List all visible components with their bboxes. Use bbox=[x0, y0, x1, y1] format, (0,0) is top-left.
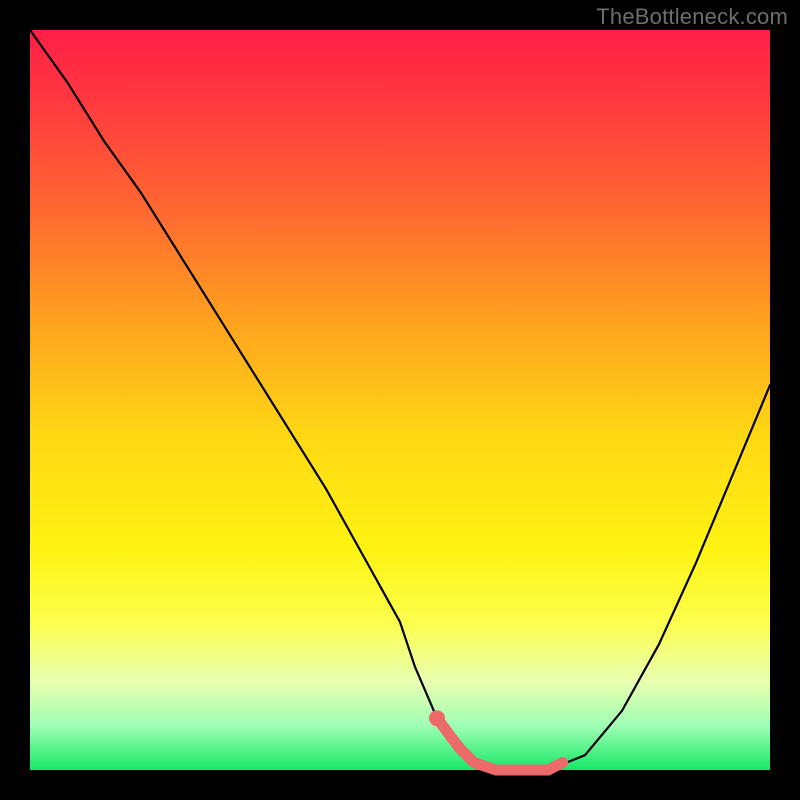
bottleneck-curve bbox=[30, 30, 770, 770]
optimal-start-dot bbox=[429, 710, 445, 726]
optimal-range-highlight bbox=[437, 718, 563, 770]
curve-svg bbox=[30, 30, 770, 770]
chart-frame: TheBottleneck.com bbox=[0, 0, 800, 800]
watermark-text: TheBottleneck.com bbox=[596, 4, 788, 30]
plot-area bbox=[30, 30, 770, 770]
